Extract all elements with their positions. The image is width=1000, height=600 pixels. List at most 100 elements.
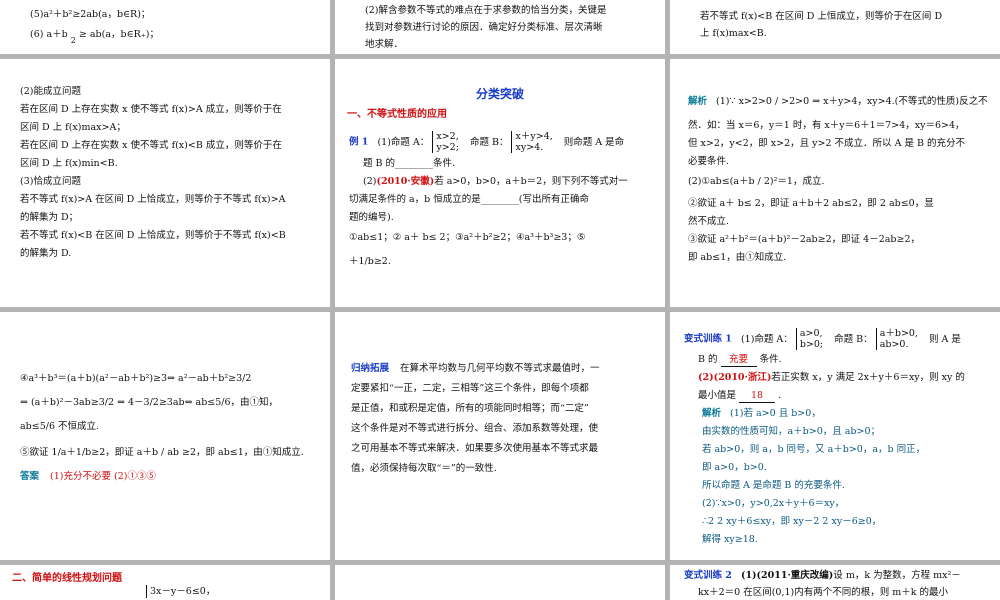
- text-fragment: (2): [363, 176, 377, 187]
- source-tag: (2)(2010·浙江): [698, 372, 772, 383]
- text-line: 之可用基本不等式来解决．如果要多次使用基本不等式求最: [351, 443, 599, 454]
- text-line: 归纳拓展 在算术平均数与几何平均数不等式求最值时，一: [351, 362, 600, 375]
- text-line: 区间 D 上 f(x)min<B.: [20, 158, 118, 169]
- slide-grid: (5)a²＋b²≥2ab(a，b∈R)； (6) a＋b 2 ≥ ab(a，b∈…: [0, 0, 1000, 600]
- slide-thumbnail-3[interactable]: 若不等式 f(x)<B 在区间 D 上恒成立，则等价于在区间 D 上 f(x)m…: [670, 0, 1000, 54]
- text-line: (3)恰成立问题: [20, 176, 81, 187]
- slide-thumbnail-7[interactable]: ④a³＋b³＝(a＋b)(a²－ab＋b²)≥3⇔ a²－ab＋b²≥3/2 ⇔…: [0, 312, 330, 560]
- text-fragment: (1)命题 A：: [740, 333, 793, 345]
- text-line: ＋1/b≥2.: [349, 256, 391, 267]
- exercise-label: 变式训练 1: [684, 333, 732, 345]
- text-line: 若 ab>0，则 a，b 同号，又 a＋b>0，a，b 同正，: [702, 444, 926, 455]
- text-line: 变式训练 1 (1)命题 A： a>0, b>0; 命题 B： a＋b>0, a…: [684, 328, 961, 350]
- analysis-label: 解析: [688, 96, 708, 107]
- brace-system: x＋y>4, xy>4.: [511, 131, 553, 153]
- section-heading: 二、简单的线性规划问题: [12, 573, 122, 584]
- slide-thumbnail-1[interactable]: (5)a²＋b²≥2ab(a，b∈R)； (6) a＋b 2 ≥ ab(a，b∈…: [0, 0, 330, 54]
- text-line: 若不等式 f(x)<B 在区间 D 上恒成立，则等价于在区间 D: [700, 11, 943, 22]
- slide-title: 分类突破: [475, 87, 524, 101]
- text-line: ab≤5/6 不恒成立.: [20, 421, 100, 432]
- text-line: 解析 (1)若 a>0 且 b>0，: [702, 407, 821, 420]
- text-fragment: (1)命题 A：: [377, 136, 430, 148]
- fraction-denominator: 2: [70, 36, 76, 45]
- section-heading: 一、不等式性质的应用: [347, 109, 447, 120]
- text-line: 定要紧扣“一正，二定，三相等”这三个条件，即每个项都: [351, 383, 589, 394]
- system-row: ab>0.: [879, 339, 909, 350]
- system-row: b>0;: [799, 339, 824, 350]
- text-line: 题 B 的________条件.: [363, 158, 456, 169]
- text-line: 这个条件是对不等式进行拆分、组合、添加系数等处理，使: [351, 423, 599, 434]
- source-tag: (1)(2011·重庆改编): [740, 570, 834, 581]
- slide-thumbnail-10[interactable]: 二、简单的线性规划问题 3x－y－6≤0，: [0, 565, 330, 600]
- text-line: ∴2 2 xy＋6≤xy，即 xy－2 2 xy－6≥0，: [702, 516, 882, 527]
- text-fragment: (1)∵ x>2>0 / >2>0 ⇒ x＋y>4，xy>4.(不等式的性质)反…: [716, 96, 988, 107]
- text-line: (5)a²＋b²≥2ab(a，b∈R)；: [30, 9, 151, 20]
- text-fragment: 若 a>0，b>0，a＋b＝2，则下列不等式对一: [434, 176, 628, 187]
- text-line: 地求解．: [365, 39, 404, 50]
- text-fragment: (1)若 a>0 且 b>0，: [730, 408, 821, 419]
- text-fragment: 若正实数 x，y 满足 2x＋y＋6＝xy，则 xy 的: [771, 372, 965, 383]
- source-tag: (2010·安徽): [376, 176, 435, 187]
- text-line: 上 f(x)max<B.: [700, 28, 767, 39]
- text-fragment: 在算术平均数与几何平均数不等式求最值时，一: [400, 363, 600, 374]
- text-line: 最小值是 18 .: [698, 389, 781, 403]
- slide-thumbnail-8[interactable]: 归纳拓展 在算术平均数与几何平均数不等式求最值时，一 定要紧扣“一正，二定，三相…: [335, 312, 665, 560]
- text-line: ⇔ (a＋b)²－3ab≥3/2 ⇔ 4－3/2≥3ab⇔ ab≤5/6，由①知…: [20, 397, 279, 408]
- slide-thumbnail-2[interactable]: (2)解含参数不等式的难点在于求参数的恰当分类，关键是 找到对参数进行讨论的原因…: [335, 0, 665, 54]
- text-line: 3x－y－6≤0，: [146, 585, 215, 598]
- slide-thumbnail-12[interactable]: 变式训练 2 (1)(2011·重庆改编)设 m，k 为整数，方程 mx²－ k…: [670, 565, 1000, 600]
- text-line: 解得 xy≥18.: [702, 534, 758, 545]
- text-line: (2)①ab≤(a＋b / 2)²＝1，成立.: [688, 176, 825, 187]
- text-line: 值，必须保持每次取“＝”的一致性.: [351, 463, 497, 474]
- fraction-numerator: (6) a＋b: [30, 29, 68, 40]
- system-row: xy>4.: [515, 142, 544, 153]
- text-fragment: .: [778, 390, 782, 401]
- brace-system: a＋b>0, ab>0.: [875, 328, 918, 350]
- text-line: 变式训练 2 (1)(2011·重庆改编)设 m，k 为整数，方程 mx²－: [684, 569, 961, 582]
- text-line: (2)∵x>0，y>0,2x＋y＋6＝xy，: [702, 498, 845, 509]
- slide-thumbnail-9[interactable]: 变式训练 1 (1)命题 A： a>0, b>0; 命题 B： a＋b>0, a…: [670, 312, 1000, 560]
- text-line: (6) a＋b 2 ≥ ab(a，b∈R₊)；: [30, 28, 159, 47]
- text-line: 然不成立.: [688, 216, 730, 227]
- text-line: 解析 (1)∵ x>2>0 / >2>0 ⇒ x＋y>4，xy>4.(不等式的性…: [688, 95, 988, 108]
- text-line: (2)(2010·浙江)若正实数 x，y 满足 2x＋y＋6＝xy，则 xy 的: [698, 371, 965, 384]
- example-label: 例 1: [349, 136, 369, 148]
- text-line: 但 x>2，y<2，即 x>2，且 y>2 不成立．所以 A 是 B 的充分不: [688, 138, 965, 149]
- analysis-label: 解析: [702, 408, 722, 419]
- slide-thumbnail-4[interactable]: (2)能成立问题 若在区间 D 上存在实数 x 使不等式 f(x)>A 成立，则…: [0, 59, 330, 307]
- text-line: 由实数的性质可知，a＋b>0，且 ab>0；: [702, 426, 881, 437]
- text-line: 切满足条件的 a，b 恒成立的是________(写出所有正确命: [349, 194, 589, 205]
- system-row: a＋b>0,: [879, 328, 918, 339]
- text-line: ③欲证 a²＋b²＝(a＋b)²－2ab≥2，即证 4－2ab≥2，: [688, 234, 920, 245]
- text-line: kx＋2＝0 在区间(0,1)内有两个不同的根，则 m＋k 的最小: [698, 587, 949, 598]
- answer-text: (1)充分不必要 (2)①③⑤: [50, 471, 156, 482]
- brace-system: x>2, y>2;: [432, 131, 459, 153]
- text-line: (2)(2010·安徽)若 a>0，b>0，a＋b＝2，则下列不等式对一: [363, 175, 628, 188]
- answer-label: 答案: [20, 471, 40, 482]
- text-line: ②欲证 a＋ b≤ 2，即证 a＋b＋2 ab≤2，即 2 ab≤0，显: [688, 198, 934, 209]
- system-row: x＋y>4,: [515, 131, 553, 142]
- answer-line: 答案 (1)充分不必要 (2)①③⑤: [20, 470, 156, 483]
- text-fragment: 条件.: [759, 354, 782, 365]
- slide-thumbnail-11[interactable]: [335, 565, 665, 600]
- exercise-label: 变式训练 2: [684, 570, 732, 581]
- text-line: B 的 充要 条件.: [698, 353, 782, 367]
- text-line: ④a³＋b³＝(a＋b)(a²－ab＋b²)≥3⇔ a²－ab＋b²≥3/2: [20, 373, 252, 384]
- text-line: 即 a>0，b>0.: [702, 462, 767, 473]
- brace-system: a>0, b>0;: [795, 328, 824, 350]
- example-line: 例 1 (1)命题 A： x>2, y>2; 命题 B： x＋y>4, xy>4…: [349, 131, 624, 153]
- text-fragment: 命题 B：: [469, 136, 509, 148]
- system-row: x>2,: [436, 131, 459, 142]
- slide-thumbnail-5[interactable]: 分类突破 一、不等式性质的应用 例 1 (1)命题 A： x>2, y>2; 命…: [335, 59, 665, 307]
- text-line: 区间 D 上 f(x)max>A；: [20, 122, 126, 133]
- text-fragment: 则 A 是: [929, 333, 961, 345]
- answer-blank: 18: [739, 389, 776, 403]
- text-line: (2)能成立问题: [20, 86, 81, 97]
- text-line: 的解集为 D.: [20, 248, 72, 259]
- text-fragment: 设 m，k 为整数，方程 mx²－: [833, 570, 961, 581]
- text-line: 题的编号).: [349, 212, 394, 223]
- slide-thumbnail-6[interactable]: 解析 (1)∵ x>2>0 / >2>0 ⇒ x＋y>4，xy>4.(不等式的性…: [670, 59, 1000, 307]
- text-fragment: 最小值是: [698, 390, 737, 401]
- text-fragment: 则命题 A 是命: [563, 136, 625, 148]
- text-fragment: 命题 B：: [834, 333, 873, 345]
